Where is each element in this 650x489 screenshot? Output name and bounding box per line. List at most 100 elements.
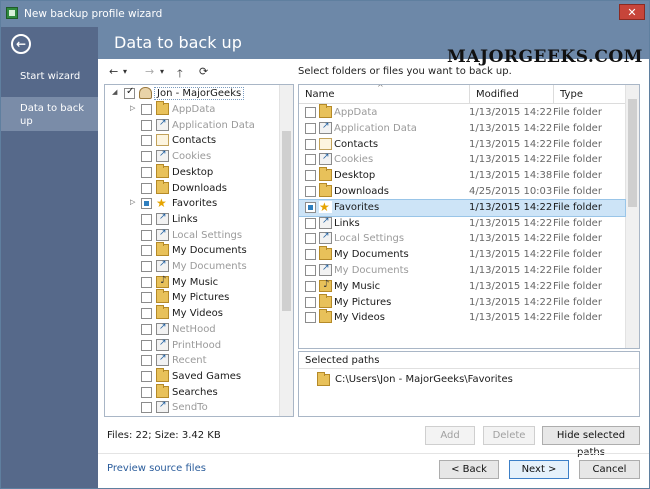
row-checkbox[interactable] xyxy=(305,138,316,150)
table-row[interactable]: My Videos 1/13/2015 14:22 File folder xyxy=(299,309,625,326)
tree-checkbox[interactable] xyxy=(141,119,152,131)
tree-checkbox[interactable] xyxy=(141,198,152,210)
add-button[interactable]: Add xyxy=(425,426,475,445)
folder-icon xyxy=(156,289,169,304)
table-row[interactable]: Contacts 1/13/2015 14:22 File folder xyxy=(299,137,625,153)
row-checkbox[interactable] xyxy=(305,280,316,292)
table-row[interactable]: Application Data 1/13/2015 14:22File fold… xyxy=(299,121,625,137)
tree-item[interactable]: My Videos xyxy=(105,305,279,321)
tree-item[interactable]: SendTo xyxy=(105,400,279,415)
tree-checkbox[interactable] xyxy=(141,229,152,241)
tree-root-user[interactable]: ◢ Jon - MajorGeeks xyxy=(105,86,279,101)
preview-source-files-link[interactable]: Preview source files xyxy=(107,463,206,474)
row-checkbox[interactable] xyxy=(305,122,316,134)
tree-item[interactable]: My Pictures xyxy=(105,289,279,305)
tree-checkbox[interactable] xyxy=(141,292,152,304)
expand-icon[interactable]: ▷ xyxy=(130,104,135,112)
tree-checkbox[interactable] xyxy=(141,166,152,178)
tree-item[interactable]: Recent xyxy=(105,353,279,368)
up-icon[interactable]: 🡑 xyxy=(177,65,183,84)
table-row[interactable]: AppData 1/13/2015 14:22 File folder xyxy=(299,104,625,121)
tree-item[interactable]: Saved Games xyxy=(105,367,279,384)
row-checkbox[interactable] xyxy=(305,233,316,245)
row-checkbox[interactable] xyxy=(305,312,316,324)
table-row[interactable]: Desktop 1/13/2015 14:38 File folder xyxy=(299,167,625,184)
tree-checkbox[interactable] xyxy=(141,323,152,335)
collapse-icon[interactable]: ◢ xyxy=(112,88,117,96)
row-checkbox[interactable] xyxy=(305,107,316,118)
tree-checkbox[interactable] xyxy=(141,182,152,194)
tree-checkbox[interactable] xyxy=(141,151,152,163)
tree-checkbox[interactable] xyxy=(141,370,152,382)
table-row[interactable]: Cookies 1/13/2015 14:22File folder xyxy=(299,152,625,168)
tree-checkbox[interactable] xyxy=(141,276,152,288)
tree-item[interactable]: My Documents xyxy=(105,259,279,274)
tree-checkbox[interactable] xyxy=(141,245,152,257)
row-checkbox[interactable] xyxy=(305,265,316,276)
table-row[interactable]: My Documents 1/13/2015 14:22File folder xyxy=(299,246,625,263)
tree-item[interactable]: Local Settings xyxy=(105,228,279,243)
tree-checkbox[interactable] xyxy=(141,308,152,320)
tree-checkbox[interactable] xyxy=(141,339,152,351)
back-arrow-icon[interactable]: ← xyxy=(11,34,31,54)
tree-item[interactable]: Links xyxy=(105,212,279,227)
column-header-modified[interactable]: Modified xyxy=(469,85,553,104)
tree-item[interactable]: My Music xyxy=(105,275,279,290)
tree-checkbox[interactable] xyxy=(141,355,152,367)
row-checkbox[interactable] xyxy=(305,154,316,166)
tree-item[interactable]: Downloads xyxy=(105,179,279,196)
column-header-name[interactable]: Name ^ xyxy=(299,85,469,104)
table-row[interactable]: Downloads 4/25/2015 10:03 File folder xyxy=(299,183,625,200)
tree-item[interactable]: Searches xyxy=(105,383,279,400)
nav-item-start-wizard[interactable]: Start wizard xyxy=(1,71,98,82)
tree-checkbox[interactable] xyxy=(141,261,152,272)
next-button[interactable]: Next > xyxy=(509,460,569,479)
tree-checkbox[interactable] xyxy=(141,386,152,398)
back-button[interactable]: < Back xyxy=(439,460,499,479)
row-checkbox[interactable] xyxy=(305,186,316,197)
row-checkbox[interactable] xyxy=(305,249,316,261)
tree-scrollbar[interactable] xyxy=(279,85,293,416)
tree-item[interactable]: PrintHood xyxy=(105,338,279,353)
back-history-chevron-icon[interactable]: ▾ xyxy=(123,67,127,76)
tree-checkbox[interactable] xyxy=(141,135,152,147)
table-row[interactable]: My Pictures 1/13/2015 14:22 File folder xyxy=(299,293,625,311)
tree-checkbox[interactable] xyxy=(141,104,152,115)
tree-checkbox[interactable] xyxy=(124,86,135,99)
tree-item[interactable]: ▷ ★ Favorites xyxy=(105,196,279,211)
refresh-icon[interactable]: ⟳ xyxy=(199,65,208,78)
delete-button[interactable]: Delete xyxy=(483,426,535,445)
cancel-button[interactable]: Cancel xyxy=(579,460,640,479)
expand-icon[interactable]: ▷ xyxy=(130,198,135,206)
row-checkbox[interactable] xyxy=(305,296,316,308)
tree-scrollbar-thumb[interactable] xyxy=(282,131,291,311)
list-scrollbar[interactable] xyxy=(625,85,639,348)
row-checkbox[interactable] xyxy=(305,201,316,213)
nav-item-data-to-back-up[interactable]: Data to back up xyxy=(1,97,98,131)
tree-item[interactable]: Contacts xyxy=(105,133,279,148)
hide-selected-paths-button[interactable]: Hide selected paths xyxy=(542,426,640,458)
column-header-type[interactable]: Type xyxy=(553,85,627,104)
row-checkbox[interactable] xyxy=(305,170,316,182)
tree-item[interactable]: ▷ AppData xyxy=(105,101,279,117)
table-row[interactable]: ★ Favorites 1/13/2015 14:22 File folder xyxy=(299,198,626,217)
shortcut-folder-icon xyxy=(319,263,332,276)
tree-checkbox[interactable] xyxy=(141,402,152,414)
table-row[interactable]: My Music 1/13/2015 14:22File folder xyxy=(299,279,625,295)
table-row[interactable]: Links 1/13/2015 14:22File folder xyxy=(299,216,625,232)
forward-icon[interactable]: → xyxy=(145,65,154,78)
forward-history-chevron-icon[interactable]: ▾ xyxy=(160,67,164,76)
tree-checkbox[interactable] xyxy=(141,213,152,225)
close-button[interactable]: ✕ xyxy=(619,4,645,20)
tree-item[interactable]: Desktop xyxy=(105,163,279,180)
cell-type: File folder xyxy=(553,138,602,150)
tree-item[interactable]: Application Data xyxy=(105,118,279,133)
tree-item[interactable]: Cookies xyxy=(105,149,279,164)
table-row[interactable]: Local Settings 1/13/2015 14:22File folder xyxy=(299,231,625,247)
back-icon[interactable]: ← xyxy=(109,65,118,78)
list-scrollbar-thumb[interactable] xyxy=(628,99,637,207)
tree-item[interactable]: NetHood xyxy=(105,322,279,337)
table-row[interactable]: My Documents 1/13/2015 14:22File folder xyxy=(299,263,625,279)
row-checkbox[interactable] xyxy=(305,217,316,229)
tree-item[interactable]: My Documents xyxy=(105,242,279,258)
